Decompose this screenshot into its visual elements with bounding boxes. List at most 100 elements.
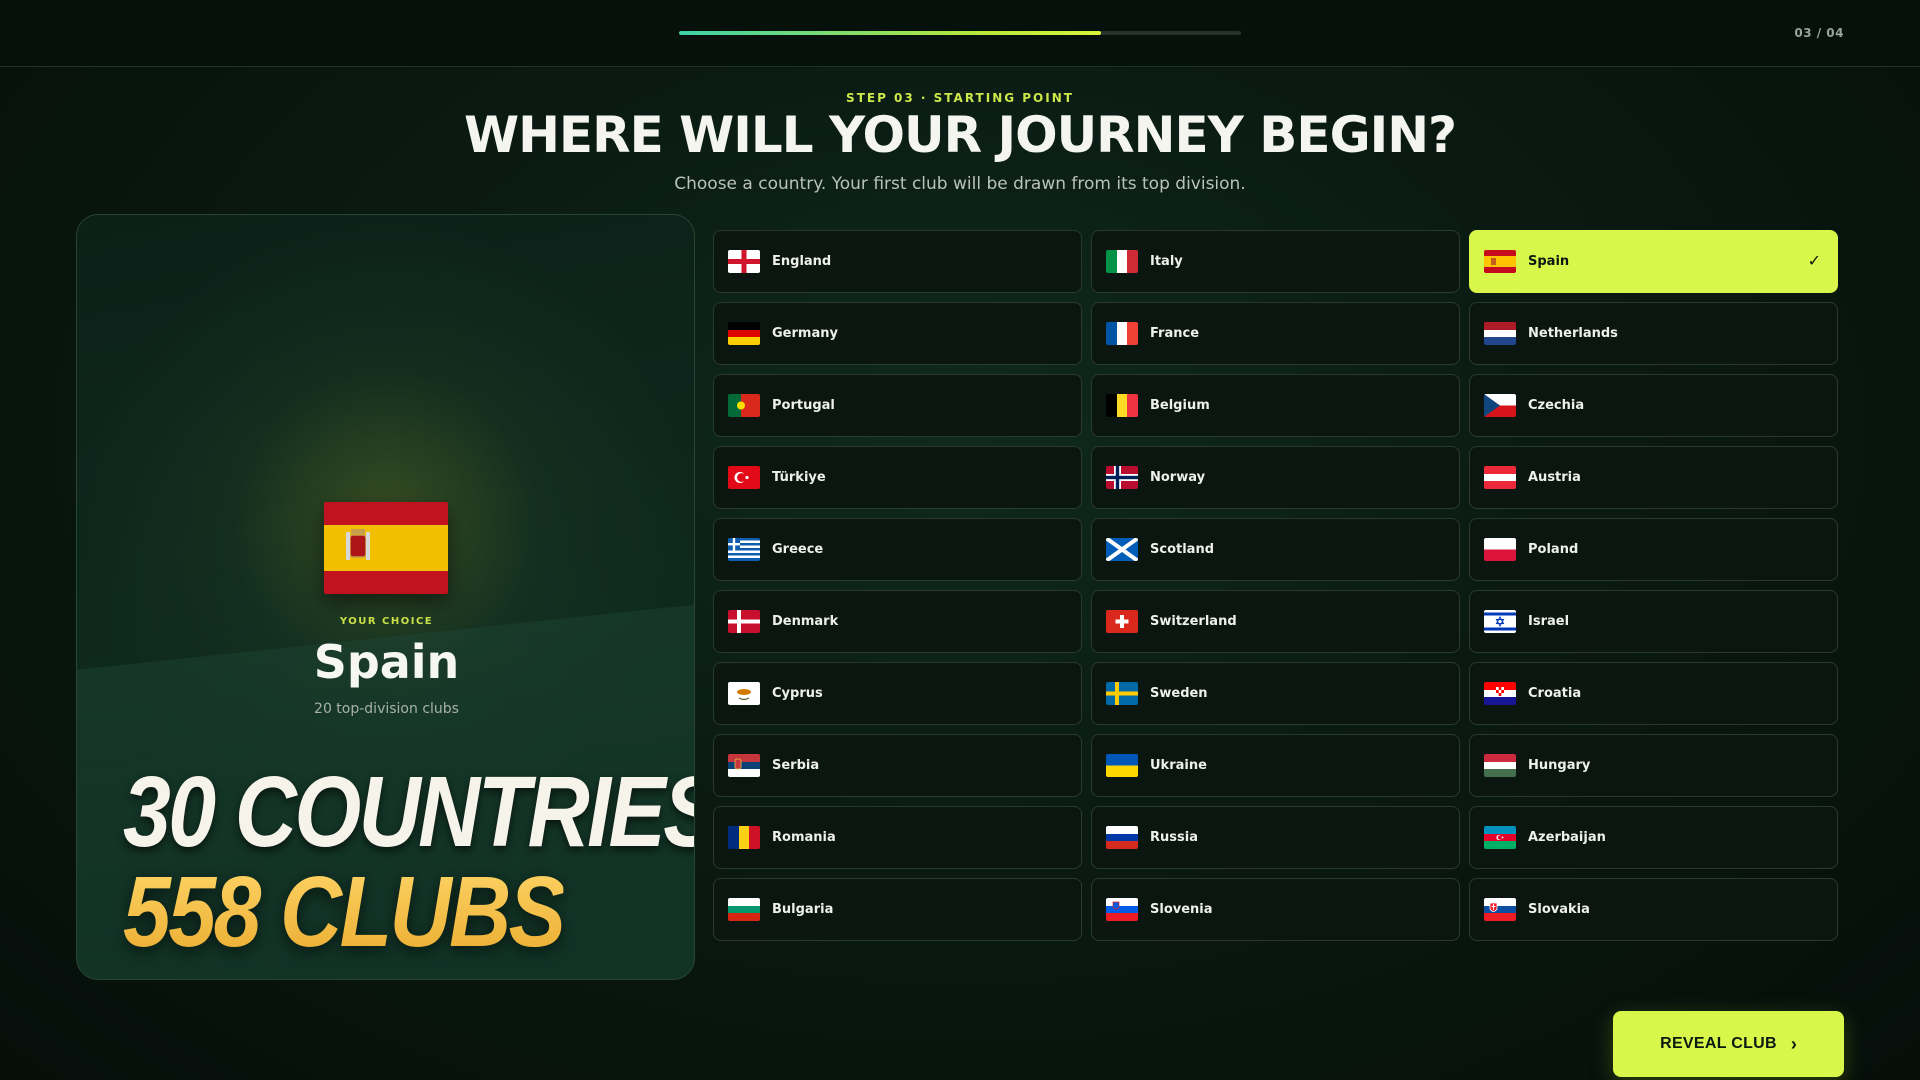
spain-flag-icon [1484, 250, 1516, 273]
country-name: Poland [1528, 542, 1579, 557]
country-name: France [1150, 326, 1200, 341]
belgium-flag-icon [1106, 394, 1138, 417]
poland-flag-icon [1484, 538, 1516, 561]
spain-flag-icon [324, 502, 448, 594]
page-subtitle: Choose a country. Your first club will b… [674, 174, 1246, 194]
country-option-greece[interactable]: Greece [713, 518, 1082, 581]
country-option-serbia[interactable]: Serbia [713, 734, 1082, 797]
country-option-italy[interactable]: Italy [1091, 230, 1460, 293]
country-name: Spain [1528, 254, 1570, 269]
country-option-romania[interactable]: Romania [713, 806, 1082, 869]
promo-clubs: 558 CLUBS [123, 856, 566, 968]
country-option-scotland[interactable]: Scotland [1091, 518, 1460, 581]
slovenia-flag-icon [1106, 898, 1138, 921]
country-option-hungary[interactable]: Hungary [1469, 734, 1838, 797]
country-option-israel[interactable]: Israel [1469, 590, 1838, 653]
country-option-ukraine[interactable]: Ukraine [1091, 734, 1460, 797]
choice-panel: YOUR CHOICE Spain 20 top-division clubs … [76, 214, 695, 980]
progress-bar [679, 31, 1241, 35]
slovakia-flag-icon [1484, 898, 1516, 921]
country-option-azerbaijan[interactable]: Azerbaijan [1469, 806, 1838, 869]
country-name: Slovakia [1528, 902, 1590, 917]
country-option-sweden[interactable]: Sweden [1091, 662, 1460, 725]
promo-countries: 30 COUNTRIES [123, 756, 695, 868]
hungary-flag-icon [1484, 754, 1516, 777]
country-grid: England Italy Spain ✓ Germany France Netherlan… [713, 230, 1839, 941]
country-name: Bulgaria [772, 902, 834, 917]
czechia-flag-icon [1484, 394, 1516, 417]
country-name: Russia [1150, 830, 1198, 845]
croatia-flag-icon [1484, 682, 1516, 705]
germany-flag-icon [728, 322, 760, 345]
progress-fill [679, 31, 1101, 35]
country-name: Israel [1528, 614, 1570, 629]
chevron-right-icon: › [1790, 1033, 1797, 1054]
country-name: England [772, 254, 832, 269]
country-option-germany[interactable]: Germany [713, 302, 1082, 365]
country-name: Slovenia [1150, 902, 1213, 917]
serbia-flag-icon [728, 754, 760, 777]
country-option-belgium[interactable]: Belgium [1091, 374, 1460, 437]
country-name: Belgium [1150, 398, 1210, 413]
norway-flag-icon [1106, 466, 1138, 489]
portugal-flag-icon [728, 394, 760, 417]
country-option-bulgaria[interactable]: Bulgaria [713, 878, 1082, 941]
choice-club-count: 20 top-division clubs [314, 701, 459, 717]
country-name: Croatia [1528, 686, 1582, 701]
italy-flag-icon [1106, 250, 1138, 273]
country-name: Hungary [1528, 758, 1591, 773]
russia-flag-icon [1106, 826, 1138, 849]
ukraine-flag-icon [1106, 754, 1138, 777]
switzerland-flag-icon [1106, 610, 1138, 633]
country-name: Germany [772, 326, 838, 341]
country-option-norway[interactable]: Norway [1091, 446, 1460, 509]
country-option-portugal[interactable]: Portugal [713, 374, 1082, 437]
reveal-club-label: REVEAL CLUB [1660, 1035, 1777, 1052]
country-name: Romania [772, 830, 836, 845]
step-counter: 03 / 04 [1794, 26, 1844, 40]
country-name: Azerbaijan [1528, 830, 1606, 845]
bulgaria-flag-icon [728, 898, 760, 921]
country-option-denmark[interactable]: Denmark [713, 590, 1082, 653]
checkmark-icon: ✓ [1807, 251, 1821, 270]
country-option-slovenia[interactable]: Slovenia [1091, 878, 1460, 941]
england-flag-icon [728, 250, 760, 273]
france-flag-icon [1106, 322, 1138, 345]
country-option-england[interactable]: England [713, 230, 1082, 293]
austria-flag-icon [1484, 466, 1516, 489]
country-option-austria[interactable]: Austria [1469, 446, 1838, 509]
romania-flag-icon [728, 826, 760, 849]
country-option-cyprus[interactable]: Cyprus [713, 662, 1082, 725]
country-option-spain[interactable]: Spain ✓ [1469, 230, 1838, 293]
scotland-flag-icon [1106, 538, 1138, 561]
country-name: Switzerland [1150, 614, 1237, 629]
country-name: Norway [1150, 470, 1206, 485]
top-bar: 03 / 04 [0, 0, 1920, 67]
turkiye-flag-icon [728, 466, 760, 489]
country-option-france[interactable]: France [1091, 302, 1460, 365]
page-title: WHERE WILL YOUR JOURNEY BEGIN? [463, 106, 1457, 164]
denmark-flag-icon [728, 610, 760, 633]
country-option-netherlands[interactable]: Netherlands [1469, 302, 1838, 365]
country-name: Scotland [1150, 542, 1215, 557]
choice-country: Spain [313, 635, 460, 689]
country-option-russia[interactable]: Russia [1091, 806, 1460, 869]
country-name: Serbia [772, 758, 820, 773]
country-name: Denmark [772, 614, 839, 629]
step-label: STEP 03 · STARTING POINT [846, 91, 1074, 105]
country-option-turkiye[interactable]: Türkiye [713, 446, 1082, 509]
country-option-slovakia[interactable]: Slovakia [1469, 878, 1838, 941]
country-name: Austria [1528, 470, 1581, 485]
reveal-club-button[interactable]: REVEAL CLUB › [1613, 1011, 1844, 1077]
country-option-poland[interactable]: Poland [1469, 518, 1838, 581]
azerbaijan-flag-icon [1484, 826, 1516, 849]
sweden-flag-icon [1106, 682, 1138, 705]
country-option-switzerland[interactable]: Switzerland [1091, 590, 1460, 653]
cyprus-flag-icon [728, 682, 760, 705]
country-name: Portugal [772, 398, 835, 413]
israel-flag-icon [1484, 610, 1516, 633]
country-option-croatia[interactable]: Croatia [1469, 662, 1838, 725]
country-option-czechia[interactable]: Czechia [1469, 374, 1838, 437]
country-name: Netherlands [1528, 326, 1618, 341]
country-name: Türkiye [772, 470, 826, 485]
